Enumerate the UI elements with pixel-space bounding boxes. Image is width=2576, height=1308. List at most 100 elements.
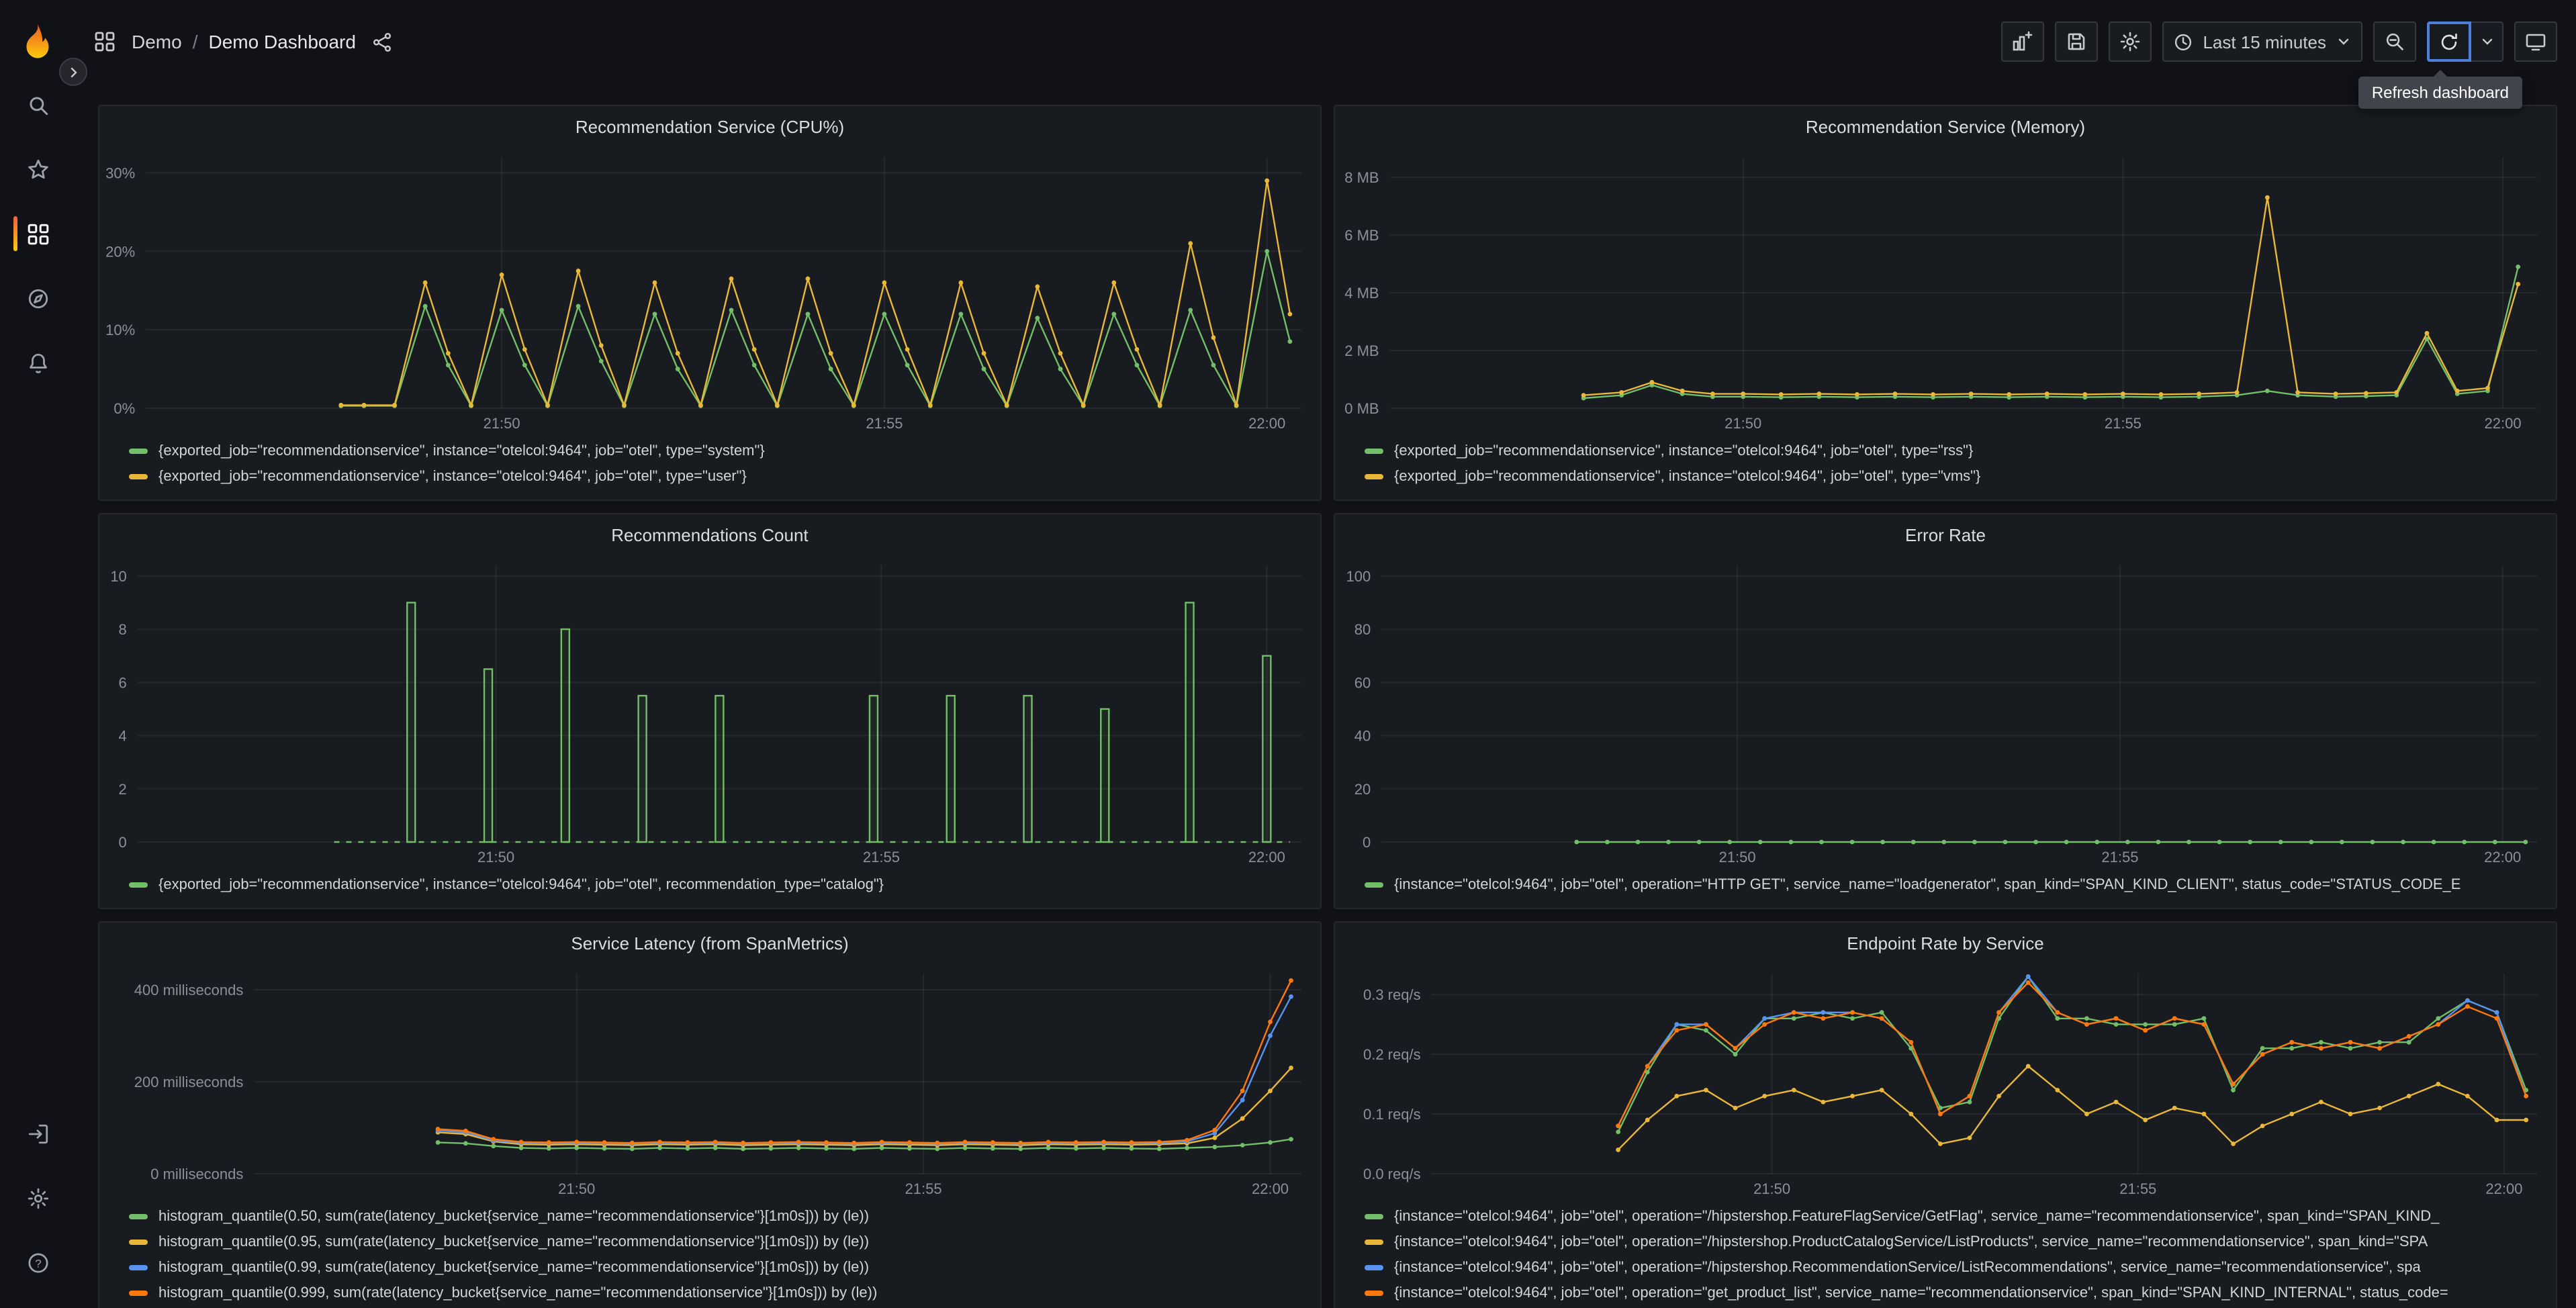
tv-icon	[2526, 34, 2546, 51]
legend-label[interactable]: {exported_job="recommendationservice", i…	[1394, 468, 1980, 484]
legend-item[interactable]: {exported_job="recommendationservice", i…	[129, 463, 1307, 489]
nav-right: Last 15 minutes	[2001, 21, 2557, 62]
sidebar-item-search[interactable]	[11, 78, 64, 132]
svg-text:21:50: 21:50	[558, 1180, 595, 1197]
legend-label[interactable]: {instance="otelcol:9464", job="otel", op…	[1394, 876, 2460, 892]
svg-text:22:00: 22:00	[2484, 849, 2521, 866]
legend-label[interactable]: {instance="otelcol:9464", job="otel", op…	[1394, 1208, 2439, 1224]
clock-icon	[2175, 33, 2192, 50]
svg-text:0: 0	[119, 834, 127, 851]
time-series-chart[interactable]: 0 2 4 6 8 10 21:50 21:55 22:00	[99, 555, 1320, 869]
legend-label[interactable]: {instance="otelcol:9464", job="otel", op…	[1394, 1233, 2428, 1250]
share-dashboard-button[interactable]	[367, 26, 398, 57]
legend-item[interactable]: histogram_quantile(0.999, sum(rate(laten…	[129, 1280, 1307, 1305]
panel-title[interactable]: Error Rate	[1335, 514, 2556, 555]
legend-swatch	[129, 1239, 148, 1244]
panel-title[interactable]: Service Latency (from SpanMetrics)	[99, 923, 1320, 963]
legend-item[interactable]: {exported_job="recommendationservice", i…	[129, 438, 1307, 463]
help-circle-icon: ?	[28, 1252, 48, 1272]
breadcrumb: Demo / Demo Dashboard	[132, 31, 356, 52]
panel-recommendation-memory: Recommendation Service (Memory) 0 MB 2 MB…	[1334, 105, 2557, 501]
dashboard-settings-button[interactable]	[2109, 21, 2152, 62]
legend-item[interactable]: histogram_quantile(0.95, sum(rate(latenc…	[129, 1229, 1307, 1254]
svg-text:2: 2	[119, 781, 127, 798]
svg-text:10: 10	[110, 568, 126, 585]
panel-title[interactable]: Endpoint Rate by Service	[1335, 923, 2556, 963]
top-nav: Demo / Demo Dashboard Last 15 minutes	[75, 0, 2576, 83]
sidebar-item-sign-in[interactable]	[11, 1107, 64, 1160]
svg-text:21:55: 21:55	[2101, 849, 2138, 866]
legend-swatch	[129, 448, 148, 453]
legend-label[interactable]: histogram_quantile(0.999, sum(rate(laten…	[158, 1284, 877, 1301]
legend-label[interactable]: {exported_job="recommendationservice", i…	[158, 442, 765, 459]
add-panel-button[interactable]	[2001, 21, 2045, 62]
svg-text:0%: 0%	[113, 400, 135, 417]
legend-label[interactable]: histogram_quantile(0.95, sum(rate(latenc…	[158, 1233, 869, 1250]
time-range-label: Last 15 minutes	[2203, 32, 2326, 52]
legend-item[interactable]: histogram_quantile(0.50, sum(rate(latenc…	[129, 1203, 1307, 1229]
legend-label[interactable]: {exported_job="recommendationservice", i…	[158, 468, 747, 484]
refresh-button[interactable]	[2427, 21, 2471, 62]
time-series-chart[interactable]: 0 milliseconds 200 milliseconds 400 millis…	[99, 963, 1320, 1201]
legend-item[interactable]: histogram_quantile(0.99, sum(rate(latenc…	[129, 1254, 1307, 1280]
svg-text:21:50: 21:50	[484, 415, 520, 432]
panel-error-rate: Error Rate 0 20 40 60 80 100 21:50 21:55 22:00 {…	[1334, 513, 2557, 909]
svg-text:21:50: 21:50	[1719, 849, 1756, 866]
svg-text:22:00: 22:00	[2485, 1180, 2522, 1197]
svg-text:22:00: 22:00	[1248, 415, 1285, 432]
legend-item[interactable]: {instance="otelcol:9464", job="otel", op…	[1365, 872, 2542, 897]
legend-label[interactable]: histogram_quantile(0.99, sum(rate(latenc…	[158, 1259, 869, 1275]
cycle-view-button[interactable]	[2514, 21, 2557, 62]
legend-swatch	[129, 1264, 148, 1270]
apps-grid-button[interactable]	[89, 26, 121, 58]
legend-item[interactable]: {instance="otelcol:9464", job="otel", op…	[1365, 1280, 2542, 1305]
sidebar-item-configuration[interactable]	[11, 1171, 64, 1225]
panel-title[interactable]: Recommendation Service (Memory)	[1335, 106, 2556, 146]
legend-label[interactable]: {exported_job="recommendationservice", i…	[1394, 442, 1973, 459]
legend-item[interactable]: {instance="otelcol:9464", job="otel", op…	[1365, 1203, 2542, 1229]
panel-legend: {instance="otelcol:9464", job="otel", op…	[1335, 869, 2556, 908]
legend-item[interactable]: {instance="otelcol:9464", job="otel", op…	[1365, 1229, 2542, 1254]
add-panel-icon	[2013, 31, 2033, 51]
svg-text:21:50: 21:50	[1724, 415, 1761, 432]
svg-text:30%: 30%	[105, 165, 135, 181]
time-series-chart[interactable]: 0 MB 2 MB 4 MB 6 MB 8 MB 21:50 21:55 22:00	[1335, 146, 2556, 435]
panel-title[interactable]: Recommendation Service (CPU%)	[99, 106, 1320, 146]
save-dashboard-button[interactable]	[2055, 21, 2099, 62]
time-range-picker[interactable]: Last 15 minutes	[2162, 21, 2362, 62]
svg-text:0.3 req/s: 0.3 req/s	[1363, 986, 1421, 1003]
sidebar-item-dashboards[interactable]	[11, 207, 64, 261]
sidebar-expand-button[interactable]	[59, 58, 87, 86]
sidebar-item-starred[interactable]	[11, 142, 64, 196]
legend-item[interactable]: {exported_job="recommendationservice", i…	[1365, 463, 2542, 489]
dashboard-grid: Recommendation Service (CPU%) 0% 10% 20% 30…	[75, 83, 2576, 1308]
sidebar-item-explore[interactable]	[11, 271, 64, 325]
svg-text:21:55: 21:55	[866, 415, 903, 432]
svg-text:21:55: 21:55	[2119, 1180, 2156, 1197]
legend-item[interactable]: {exported_job="recommendationservice", i…	[1365, 438, 2542, 463]
time-series-chart[interactable]: 0.0 req/s 0.1 req/s 0.2 req/s 0.3 req/s 21:5…	[1335, 963, 2556, 1201]
panel-recommendations-count: Recommendations Count 0 2 4 6 8 10 21:50 21:55 2…	[98, 513, 1322, 909]
panel-title[interactable]: Recommendations Count	[99, 514, 1320, 555]
save-icon	[2068, 33, 2085, 50]
legend-item[interactable]: {instance="otelcol:9464", job="otel", op…	[1365, 1254, 2542, 1280]
legend-item[interactable]: {exported_job="recommendationservice", i…	[129, 872, 1307, 897]
legend-label[interactable]: {instance="otelcol:9464", job="otel", op…	[1394, 1259, 2421, 1275]
legend-swatch	[129, 1213, 148, 1219]
legend-swatch	[1365, 448, 1383, 453]
legend-label[interactable]: histogram_quantile(0.50, sum(rate(latenc…	[158, 1208, 869, 1224]
svg-text:21:55: 21:55	[2105, 415, 2142, 432]
time-series-chart[interactable]: 0 20 40 60 80 100 21:50 21:55 22:00	[1335, 555, 2556, 869]
refresh-interval-dropdown[interactable]	[2471, 21, 2503, 62]
svg-text:?: ?	[34, 1256, 40, 1269]
grafana-logo[interactable]	[17, 21, 58, 62]
breadcrumb-section[interactable]: Demo	[132, 31, 182, 52]
zoom-out-button[interactable]	[2373, 21, 2416, 62]
sidebar-item-help[interactable]: ?	[11, 1235, 64, 1289]
refresh-button-group	[2427, 21, 2503, 62]
legend-label[interactable]: {instance="otelcol:9464", job="otel", op…	[1394, 1284, 2448, 1301]
sidebar-item-alerting[interactable]	[11, 336, 64, 389]
panel-recommendation-cpu: Recommendation Service (CPU%) 0% 10% 20% 30…	[98, 105, 1322, 501]
time-series-chart[interactable]: 0% 10% 20% 30% 21:50 21:55 22:00	[99, 146, 1320, 435]
legend-label[interactable]: {exported_job="recommendationservice", i…	[158, 876, 884, 892]
